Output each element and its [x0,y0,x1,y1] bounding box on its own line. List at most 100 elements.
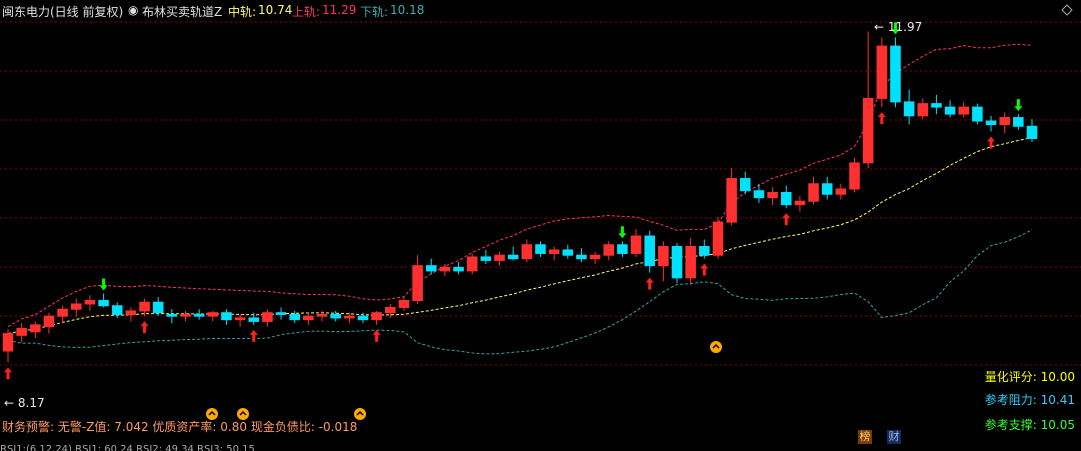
candle-body [43,315,55,328]
candle-body [57,308,68,317]
candle-body [70,303,82,310]
candle-body [917,103,929,117]
candle-body [617,244,628,254]
candle-body [890,45,901,103]
candle-body [303,315,314,321]
candle-body [999,117,1010,126]
candle-body [1013,117,1024,127]
candle-body [84,299,96,305]
candle-body [385,306,396,314]
finance-badge[interactable]: 财 [887,430,901,444]
candle-body [480,256,492,261]
candle-body [849,162,860,190]
candle-body [2,333,14,352]
candle-body [780,191,792,206]
candle-body [630,235,642,254]
candle-body [494,254,505,261]
candle-body [548,249,560,254]
candle-body [289,313,300,321]
candle-body [712,221,724,256]
buy-arrow [645,277,654,290]
buy-arrow [700,263,709,276]
candle-body [835,188,847,195]
candle-body [589,254,601,260]
candle-body [603,244,615,256]
price-chart[interactable] [0,0,1081,451]
candle-body [1026,125,1038,139]
finance-warning: 财务预警: 无警-Z值: 7.042 优质资产率: 0.80 现金负债比: -0… [2,420,358,434]
candle-body [985,120,997,126]
candle-body [862,97,874,164]
mid-value: 10.74 [258,3,293,17]
candle-body [944,106,956,115]
candle-body [876,45,888,99]
support-label: 参考支撑: [984,418,1037,432]
candle-body [125,310,137,315]
lower-label: 下轨: [360,5,389,19]
resistance-row: 参考阻力: 10.41 [985,391,1075,408]
low-annotation: ← 8.17 [4,396,45,410]
candle-body [466,256,478,272]
candle-body [357,315,369,321]
candle-body [316,313,328,317]
candle-body [412,265,423,301]
buy-arrow [987,136,996,149]
candle-body [644,235,655,267]
candle-body [425,265,437,272]
candle-body [330,313,341,319]
upper-value: 11.29 [322,3,357,17]
sell-arrow [618,226,627,239]
candle-body [193,313,205,317]
candle-body [221,312,232,321]
candle-body [958,106,970,115]
candle-body [275,312,287,315]
expand-icon[interactable] [1061,4,1073,16]
candle-body [16,327,27,336]
chevron-icon[interactable]: ◉ [128,3,138,17]
score-value: 10.00 [1040,370,1075,384]
sell-arrow [1014,99,1023,112]
candle-body [535,244,546,254]
buy-arrow [140,321,149,334]
candle-body [685,245,696,279]
buy-arrow [249,329,258,342]
candle-body [139,301,150,312]
candle-body [767,191,778,199]
candle-body [726,178,737,223]
buy-arrow [877,112,886,125]
candle-body [180,313,191,317]
candle-body [931,103,942,108]
score-label: 量化评分: [984,370,1037,384]
resistance-value: 10.41 [1040,393,1075,407]
candle-body [152,301,164,314]
candle-body [166,313,178,317]
candle-body [30,324,41,333]
buy-arrow [4,367,12,380]
candle-body [507,254,519,260]
score-row: 量化评分: 10.00 [985,368,1075,385]
candle-body [111,305,123,315]
candle-body [903,101,915,117]
candle-body [398,299,410,308]
candle-body [794,200,806,206]
resistance-label: 参考阻力: [984,393,1037,407]
candle-body [262,312,273,322]
buy-arrow [782,213,791,226]
support-row: 参考支撑: 10.05 [985,416,1075,433]
candle-body [98,299,109,307]
upper-label: 上轨: [292,5,321,19]
candle-body [671,245,683,279]
candle-body [658,245,669,267]
support-value: 10.05 [1040,418,1075,432]
candle-body [562,249,574,256]
rank-badge[interactable]: 榜 [858,430,872,444]
candle-body [972,106,983,122]
candle-body [248,317,260,322]
candle-body [753,190,765,199]
candle-body [344,315,355,319]
lower-value: 10.18 [390,3,425,17]
candle-body [821,183,833,195]
sell-arrow [99,278,108,291]
candle-body [207,312,219,317]
mid-label: 中轨: [228,5,257,19]
